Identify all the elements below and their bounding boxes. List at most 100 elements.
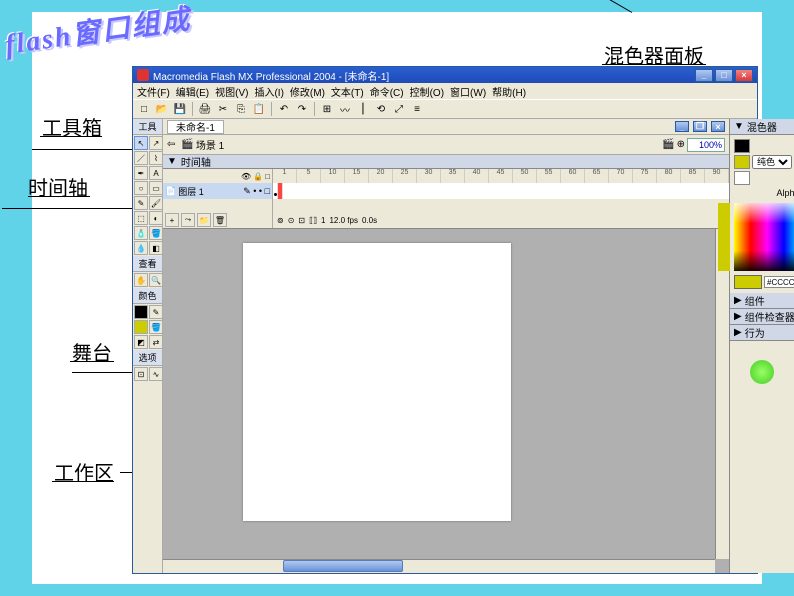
timeline-header[interactable]: ▼ 时间轴 [163, 155, 729, 169]
lasso-tool[interactable]: ⌇ [149, 151, 163, 165]
workspace[interactable] [163, 229, 729, 573]
menu-commands[interactable]: 命令(C) [370, 84, 404, 99]
align-button[interactable]: ≡ [409, 101, 425, 117]
hand-tool[interactable]: ✋ [134, 273, 148, 287]
minimize-button[interactable]: _ [695, 69, 713, 82]
stroke-swatch[interactable] [734, 139, 750, 153]
scale-button[interactable]: ⤢ [391, 101, 407, 117]
default-swatch[interactable] [734, 171, 750, 185]
menu-text[interactable]: 文本(T) [331, 84, 364, 99]
mixer-header[interactable]: ▼ 混色器 [730, 119, 794, 135]
components-header[interactable]: ▶组件 [730, 293, 794, 309]
color-spectrum[interactable] [734, 203, 794, 271]
fill-transform-tool[interactable]: ◐ [149, 211, 163, 225]
save-button[interactable]: 💾 [172, 101, 188, 117]
lock-icon[interactable]: 🔒 [253, 172, 263, 181]
fill-swatch[interactable] [734, 155, 750, 169]
delete-layer[interactable]: 🗑 [213, 213, 227, 227]
layer-icon: 📄 [165, 186, 176, 197]
menu-view[interactable]: 视图(V) [215, 84, 248, 99]
redo-button[interactable]: ↷ [294, 101, 310, 117]
hex-field[interactable] [764, 276, 794, 288]
option-smooth[interactable]: ∿ [149, 367, 163, 381]
maximize-button[interactable]: □ [715, 69, 733, 82]
onion-skin-icon[interactable]: ⊚ [277, 216, 284, 225]
print-button[interactable]: 🖨 [197, 101, 213, 117]
fill-color[interactable] [134, 320, 148, 334]
eyedropper-tool[interactable]: 💧 [134, 241, 148, 255]
selection-tool[interactable]: ↖ [134, 136, 148, 150]
ink-bottle-tool[interactable]: 🧴 [134, 226, 148, 240]
show-hide-icon[interactable]: 👁 [241, 172, 251, 181]
doc-close[interactable]: × [711, 121, 725, 132]
text-tool[interactable]: A [149, 166, 163, 180]
swap-colors[interactable]: ⇄ [149, 335, 163, 349]
fill-type-select[interactable]: 纯色 [752, 155, 792, 169]
menu-edit[interactable]: 编辑(E) [176, 84, 209, 99]
line-tool[interactable]: ／ [134, 151, 148, 165]
paint-bucket-tool[interactable]: 🪣 [149, 226, 163, 240]
snap-button[interactable]: ⊞ [319, 101, 335, 117]
frames-track[interactable] [273, 183, 729, 199]
back-icon[interactable]: ⇦ [167, 139, 175, 150]
layer-row[interactable]: 📄 图层 1 ✎ • • □ [163, 183, 272, 199]
doc-restore[interactable]: ❐ [693, 121, 707, 132]
app-icon [137, 69, 149, 81]
menu-insert[interactable]: 插入(I) [254, 84, 283, 99]
cut-button[interactable]: ✂ [215, 101, 231, 117]
insert-motion-guide[interactable]: ⤳ [181, 213, 195, 227]
zoom-tool[interactable]: 🔍 [149, 273, 163, 287]
collapse-icon[interactable]: ▼ [734, 121, 744, 132]
edit-multi-icon[interactable]: ⊡ [298, 216, 305, 225]
default-colors[interactable]: ◩ [134, 335, 148, 349]
menu-help[interactable]: 帮助(H) [492, 84, 526, 99]
straighten-button[interactable]: ⎮ [355, 101, 371, 117]
scene-label[interactable]: 场景 1 [196, 137, 224, 152]
rotate-button[interactable]: ⟲ [373, 101, 389, 117]
doc-minimize[interactable]: _ [675, 121, 689, 132]
fill-picker-icon[interactable]: 🪣 [149, 320, 163, 334]
onion-markers-icon[interactable]: ⟦⟧ [309, 216, 317, 225]
elapsed: 0.0s [362, 216, 377, 225]
close-button[interactable]: × [735, 69, 753, 82]
stroke-color[interactable] [134, 305, 148, 319]
frame-ruler[interactable]: 151015202530354045505560657075808590 [273, 169, 729, 183]
pencil-tool[interactable]: ✎ [134, 196, 148, 210]
vertical-scrollbar[interactable] [715, 229, 729, 559]
option-snap[interactable]: ⊡ [134, 367, 148, 381]
zoom-field[interactable] [687, 138, 725, 152]
edit-symbol-icon[interactable]: ⊕ [677, 139, 685, 150]
stroke-picker-icon[interactable]: ✎ [149, 305, 163, 319]
menu-file[interactable]: 文件(F) [137, 84, 170, 99]
collapse-icon[interactable]: ▼ [167, 156, 177, 167]
insert-layer[interactable]: + [165, 213, 179, 227]
menu-control[interactable]: 控制(O) [410, 84, 444, 99]
subselection-tool[interactable]: ↗ [149, 136, 163, 150]
rectangle-tool[interactable]: ▭ [149, 181, 163, 195]
free-transform-tool[interactable]: ⬚ [134, 211, 148, 225]
copy-button[interactable]: ⎘ [233, 101, 249, 117]
paste-button[interactable]: 📋 [251, 101, 267, 117]
horizontal-scrollbar[interactable] [163, 559, 715, 573]
inspector-header[interactable]: ▶组件检查器 [730, 309, 794, 325]
smooth-button[interactable]: 〰 [337, 101, 353, 117]
undo-button[interactable]: ↶ [276, 101, 292, 117]
nav-next-icon[interactable] [750, 360, 774, 384]
behaviors-header[interactable]: ▶行为 [730, 325, 794, 341]
edit-scene-icon[interactable]: 🎬 [662, 139, 674, 150]
options-header: 选项 [133, 350, 162, 366]
pen-tool[interactable]: ✒ [134, 166, 148, 180]
onion-outline-icon[interactable]: ⊙ [288, 216, 295, 225]
outline-icon[interactable]: □ [265, 172, 270, 181]
doc-tab[interactable]: 未命名-1 [167, 120, 224, 134]
window-titlebar[interactable]: Macromedia Flash MX Professional 2004 - … [133, 67, 757, 83]
brush-tool[interactable]: 🖌 [149, 196, 163, 210]
insert-folder[interactable]: 📁 [197, 213, 211, 227]
oval-tool[interactable]: ○ [134, 181, 148, 195]
menu-modify[interactable]: 修改(M) [290, 84, 325, 99]
stage[interactable] [243, 243, 511, 521]
eraser-tool[interactable]: ◧ [149, 241, 163, 255]
new-button[interactable]: □ [136, 101, 152, 117]
menu-window[interactable]: 窗口(W) [450, 84, 486, 99]
open-button[interactable]: 📂 [154, 101, 170, 117]
